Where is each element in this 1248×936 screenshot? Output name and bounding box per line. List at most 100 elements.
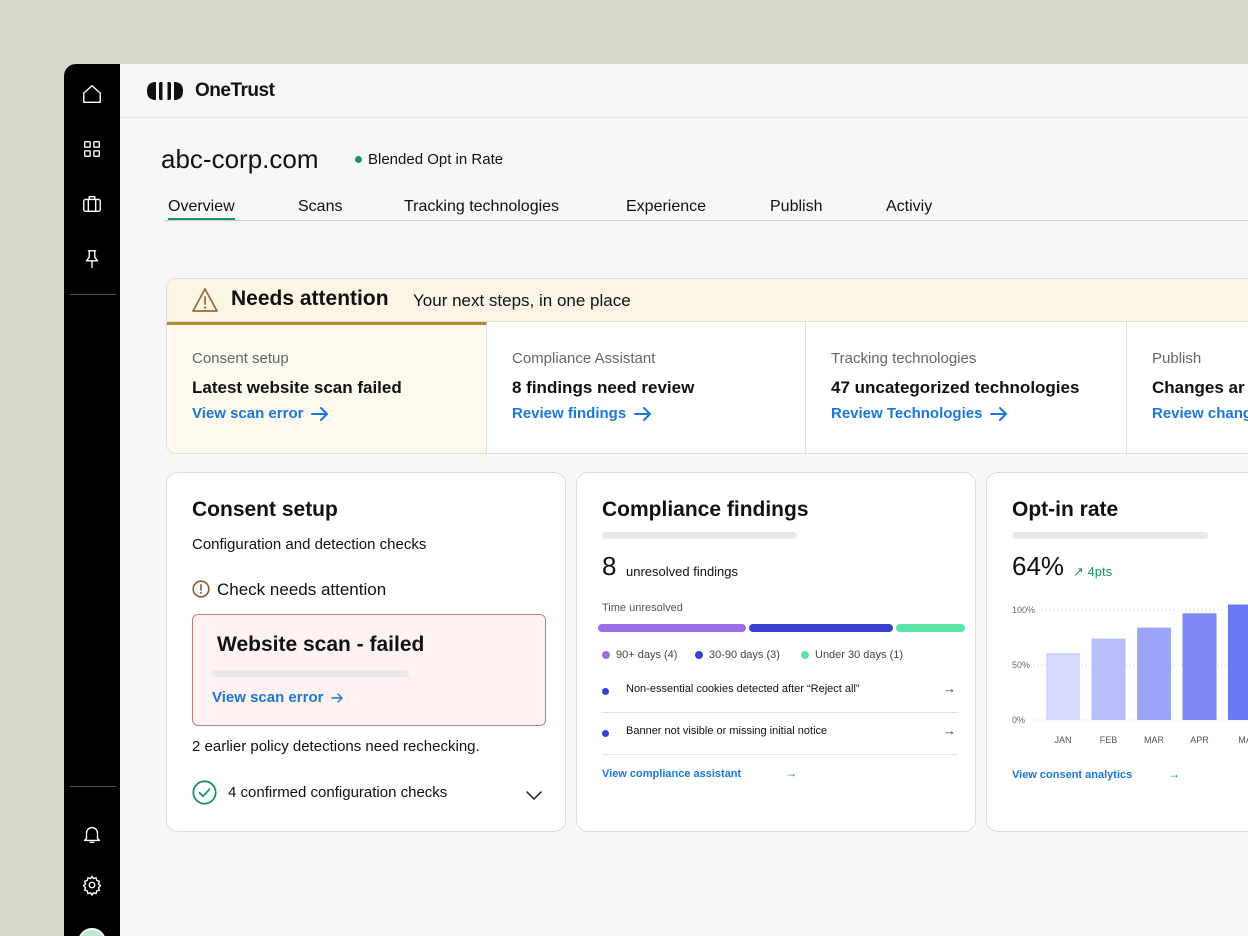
review-changes-link[interactable]: Review chang bbox=[1152, 405, 1248, 422]
legend-dot bbox=[801, 651, 809, 659]
bar-ma[interactable] bbox=[1228, 604, 1248, 721]
skeleton-line bbox=[602, 532, 797, 539]
time-unresolved-label: Time unresolved bbox=[602, 602, 683, 614]
card-subtitle: Configuration and detection checks bbox=[192, 536, 427, 553]
tab-tracking-technologies[interactable]: Tracking technologies bbox=[404, 198, 559, 216]
tab-experience[interactable]: Experience bbox=[626, 198, 706, 216]
sidebar-divider bbox=[70, 294, 116, 295]
attention-card-compliance[interactable]: Compliance Assistant 8 findings need rev… bbox=[487, 322, 806, 453]
alert-circle-icon bbox=[192, 580, 210, 598]
avatar[interactable] bbox=[78, 928, 106, 936]
link-label: Review Technologies bbox=[831, 405, 983, 422]
legend-dot bbox=[695, 651, 703, 659]
arrow-right-icon bbox=[331, 692, 344, 703]
attention-card-publish[interactable]: Publish Changes ar Review chang bbox=[1127, 322, 1248, 453]
status-dot bbox=[355, 156, 362, 163]
finding-text: Banner not visible or missing initial no… bbox=[626, 725, 828, 737]
arrow-right-icon bbox=[990, 406, 1008, 421]
view-scan-error-link[interactable]: View scan error bbox=[192, 405, 329, 422]
findings-count-label: unresolved findings bbox=[626, 564, 739, 579]
pin-icon[interactable] bbox=[78, 245, 106, 273]
check-warning-text: Check needs attention bbox=[217, 580, 387, 599]
bar-under-30-days bbox=[896, 624, 965, 632]
scan-error-title: Website scan - failed bbox=[217, 633, 425, 656]
tab-overview[interactable]: Overview bbox=[168, 198, 235, 220]
app-window: OneTrust abc-corp.com Blended Opt in Rat… bbox=[64, 64, 1248, 936]
compliance-findings-card: Compliance findings 8 unresolved finding… bbox=[576, 472, 976, 832]
y-tick-label: 100% bbox=[1012, 605, 1035, 615]
sidebar-divider bbox=[70, 786, 116, 787]
attention-card-headline: 8 findings need review bbox=[512, 378, 695, 397]
finding-row[interactable]: Banner not visible or missing initial no… bbox=[602, 713, 958, 755]
x-tick-label: FEB bbox=[1100, 735, 1118, 745]
home-icon[interactable] bbox=[78, 80, 106, 108]
link-label: View scan error bbox=[212, 689, 324, 706]
legend-label: Under 30 days (1) bbox=[815, 649, 904, 661]
skeleton-line bbox=[212, 670, 409, 677]
bar-jan[interactable] bbox=[1046, 652, 1080, 720]
finding-row[interactable]: Non-essential cookies detected after “Re… bbox=[602, 671, 958, 713]
attention-card-category: Publish bbox=[1152, 350, 1202, 367]
legend-item: 30-90 days (3) bbox=[695, 649, 780, 661]
legend-dot bbox=[602, 651, 610, 659]
scan-error-box: Website scan - failed View scan error bbox=[192, 614, 546, 726]
arrow-right-icon bbox=[634, 406, 652, 421]
bar-90-plus-days bbox=[598, 624, 746, 632]
finding-dot bbox=[602, 730, 609, 737]
link-label: Review findings bbox=[512, 405, 627, 422]
findings-count: 8 bbox=[602, 551, 617, 581]
legend-item: Under 30 days (1) bbox=[801, 649, 903, 661]
attention-card-category: Consent setup bbox=[192, 350, 289, 367]
finding-text: Non-essential cookies detected after “Re… bbox=[626, 683, 860, 695]
link-label: View scan error bbox=[192, 405, 304, 422]
card-title: Opt-in rate bbox=[1012, 498, 1119, 521]
onetrust-logo-icon bbox=[147, 82, 183, 100]
legend-item: 90+ days (4) bbox=[602, 649, 677, 661]
x-tick-label: APR bbox=[1190, 735, 1209, 745]
attention-card-category: Compliance Assistant bbox=[512, 350, 656, 367]
y-tick-label: 50% bbox=[1012, 660, 1030, 670]
chevron-down-icon[interactable] bbox=[525, 789, 543, 801]
x-tick-label: MA bbox=[1238, 735, 1248, 745]
x-tick-label: JAN bbox=[1054, 735, 1071, 745]
attention-card-tracking[interactable]: Tracking technologies 47 uncategorized t… bbox=[806, 322, 1127, 453]
check-circle-icon bbox=[192, 780, 217, 805]
view-compliance-assistant-link[interactable]: View compliance assistant bbox=[602, 768, 741, 780]
attention-card-headline: Changes ar bbox=[1152, 378, 1245, 397]
top-bar: OneTrust bbox=[120, 64, 1248, 118]
grid-icon[interactable] bbox=[78, 135, 106, 163]
view-consent-analytics-link[interactable]: View consent analytics bbox=[1012, 769, 1132, 781]
review-technologies-link[interactable]: Review Technologies bbox=[831, 405, 1008, 422]
arrow-right-icon[interactable]: → bbox=[785, 766, 797, 780]
tab-activity[interactable]: Activiy bbox=[886, 198, 932, 216]
brand-name[interactable]: OneTrust bbox=[195, 80, 275, 102]
finding-dot bbox=[602, 688, 609, 695]
x-tick-label: MAR bbox=[1144, 735, 1165, 745]
status-badge: Blended Opt in Rate bbox=[368, 151, 504, 168]
opt-in-bar-chart: 100% 50% 0% JAN FEB MAR APR MA bbox=[1012, 604, 1248, 745]
card-title: Consent setup bbox=[192, 498, 338, 521]
recheck-note: 2 earlier policy detections need recheck… bbox=[192, 738, 480, 755]
bar-mar[interactable] bbox=[1137, 627, 1171, 720]
bar-30-90-days bbox=[749, 624, 893, 632]
attention-card-consent[interactable]: Consent setup Latest website scan failed… bbox=[167, 322, 487, 453]
gear-icon[interactable] bbox=[78, 871, 106, 899]
bell-icon[interactable] bbox=[78, 820, 106, 848]
review-findings-link[interactable]: Review findings bbox=[512, 405, 652, 422]
briefcase-icon[interactable] bbox=[78, 190, 106, 218]
bar-feb[interactable] bbox=[1091, 638, 1126, 720]
legend-label: 30-90 days (3) bbox=[709, 649, 780, 661]
needs-attention-subtitle: Your next steps, in one place bbox=[413, 291, 631, 310]
warning-triangle-icon bbox=[192, 288, 218, 312]
bar-apr[interactable] bbox=[1182, 613, 1217, 720]
opt-in-rate-card: Opt-in rate 64% ↗ 4pts 100% 50% 0% JAN FEB MA… bbox=[986, 472, 1248, 832]
tab-bar: Overview Scans Tracking technologies Exp… bbox=[164, 198, 1248, 221]
tab-publish[interactable]: Publish bbox=[770, 198, 822, 216]
arrow-right-icon[interactable]: → bbox=[1168, 767, 1180, 781]
legend-label: 90+ days (4) bbox=[616, 649, 678, 661]
tab-scans[interactable]: Scans bbox=[298, 198, 342, 216]
arrow-right-icon bbox=[311, 406, 329, 421]
attention-card-category: Tracking technologies bbox=[831, 350, 977, 367]
consent-setup-card: Consent setup Configuration and detectio… bbox=[166, 472, 566, 832]
view-scan-error-link[interactable]: View scan error bbox=[212, 689, 344, 706]
